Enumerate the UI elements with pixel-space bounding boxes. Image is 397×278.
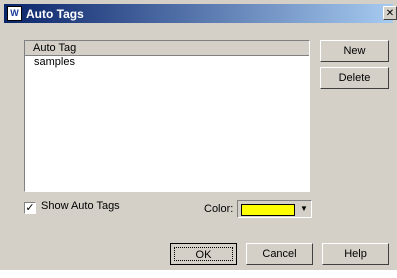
auto-tag-list[interactable]: Auto Tag samples: [24, 40, 310, 192]
color-label: Color:: [204, 203, 234, 215]
show-auto-tags-checkbox[interactable]: ✓: [24, 202, 36, 214]
chevron-down-icon[interactable]: ▼: [297, 202, 311, 216]
ok-button[interactable]: OK: [170, 243, 237, 265]
close-button[interactable]: ✕: [383, 6, 397, 20]
app-icon: W: [7, 6, 22, 21]
auto-tags-dialog: W Auto Tags ✕ Auto Tag samples New Delet…: [0, 0, 397, 270]
title-bar[interactable]: W Auto Tags ✕: [4, 4, 397, 23]
list-item[interactable]: samples: [25, 56, 309, 69]
new-button[interactable]: New: [320, 40, 389, 62]
show-auto-tags-label[interactable]: Show Auto Tags: [41, 200, 120, 212]
list-header-auto-tag[interactable]: Auto Tag: [25, 41, 309, 56]
background-strip: [0, 272, 397, 278]
help-button[interactable]: Help: [322, 243, 389, 265]
cancel-button[interactable]: Cancel: [246, 243, 313, 265]
ok-button-label: OK: [174, 247, 233, 261]
color-picker[interactable]: ▼: [237, 200, 312, 218]
window-title: Auto Tags: [26, 6, 84, 21]
color-swatch: [241, 204, 295, 216]
delete-button[interactable]: Delete: [320, 67, 389, 89]
